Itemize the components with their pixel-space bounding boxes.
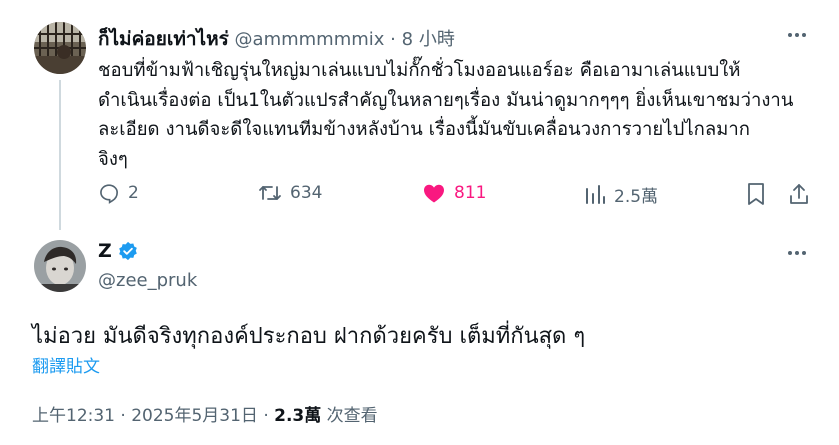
display-name[interactable]: ก็ไม่ค่อยเท่าไหร่ [98, 28, 229, 50]
views-button[interactable]: 2.5萬 [584, 182, 658, 207]
views-icon [584, 184, 606, 206]
heart-icon [422, 182, 446, 204]
separator: · [390, 29, 396, 50]
handle[interactable]: @ammmmmmix [235, 29, 385, 50]
handle[interactable]: @zee_pruk [98, 270, 197, 291]
tweet-body: ไม่อวย มันดีจริงทุกองค์ประกอบ ฝากด้วยครั… [32, 324, 586, 349]
views-label: 次查看 [326, 406, 378, 426]
verified-badge-icon[interactable] [118, 241, 138, 261]
author-name-row: Z [98, 240, 138, 262]
time-ago[interactable]: 8 小時 [402, 29, 455, 50]
timestamp[interactable]: 上午12:31 · 2025年5月31日 [32, 406, 258, 426]
thread-line [59, 80, 61, 230]
tweet-body-line: จิงๆ [98, 148, 128, 170]
like-button[interactable]: 811 [422, 182, 486, 204]
reply-button[interactable]: 2 [98, 182, 139, 204]
repost-count: 634 [290, 183, 323, 203]
separator: · [263, 406, 269, 426]
like-count: 811 [454, 183, 487, 203]
more-icon[interactable] [786, 24, 808, 46]
tweet-header: ก็ไม่ค่อยเท่าไหร่ @ammmmmmix · 8 小時 [98, 24, 455, 54]
tweet-meta: 上午12:31 · 2025年5月31日 · 2.3萬 次查看 [32, 401, 378, 426]
tweet-body-line: ชอบที่ข้ามฟ้าเชิญรุ่นใหญ่มาเล่นแบบไม่กั๊… [98, 60, 741, 81]
bookmark-icon[interactable] [746, 182, 766, 206]
tweet-body: ชอบที่ข้ามฟ้าเชิญรุ่นใหญ่มาเล่นแบบไม่กั๊… [98, 56, 818, 174]
avatar-ammmmmmix[interactable] [34, 22, 86, 74]
views-count: 2.3萬 [274, 406, 322, 426]
views-count: 2.5萬 [614, 187, 659, 207]
tweet-body-line: ดำเนินเรื่องต่อ เป็น1ในตัวแปรสำคัญในหลาย… [98, 89, 794, 111]
tweet-body-line: ละเอียด งานดีจะดีใจแทนทีมข้างหลังบ้าน เร… [98, 119, 750, 140]
reply-count: 2 [128, 183, 139, 203]
more-icon[interactable] [786, 242, 808, 264]
display-name[interactable]: Z [98, 240, 112, 262]
repost-icon [258, 182, 282, 204]
reply-icon [98, 182, 120, 204]
repost-button[interactable]: 634 [258, 182, 322, 204]
share-icon[interactable] [788, 182, 810, 206]
avatar-zee-pruk[interactable] [34, 240, 86, 292]
translate-post-link[interactable]: 翻譯貼文 [32, 352, 100, 377]
